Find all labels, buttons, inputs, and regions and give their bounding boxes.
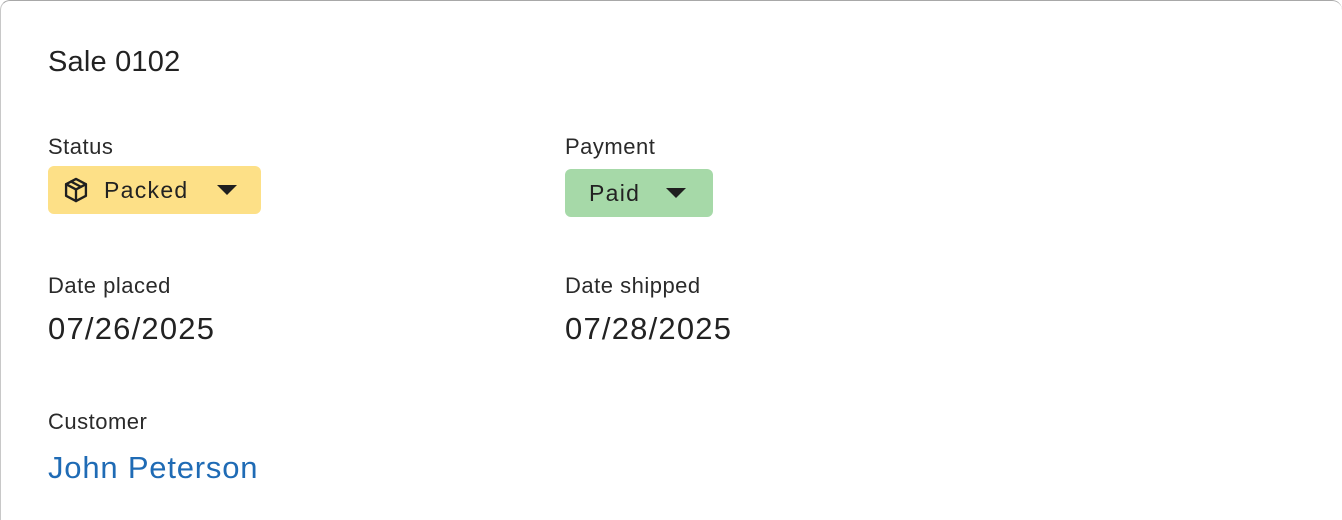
date-shipped-label: Date shipped: [565, 273, 701, 298]
date-placed-value: 07/26/2025: [48, 311, 216, 346]
status-dropdown[interactable]: Packed: [48, 166, 261, 214]
page-title: Sale 0102: [48, 46, 181, 78]
customer-link[interactable]: John Peterson: [48, 450, 258, 486]
dropdown-arrow-icon: [666, 188, 687, 198]
payment-dropdown[interactable]: Paid: [565, 169, 713, 217]
payment-label: Payment: [565, 134, 656, 159]
sale-detail-card: Sale 0102 Status Packed Payment Paid Dat…: [0, 0, 1342, 520]
status-value: Packed: [104, 176, 189, 203]
dropdown-arrow-icon: [216, 185, 237, 195]
date-placed-label: Date placed: [48, 273, 171, 298]
customer-label: Customer: [48, 409, 148, 434]
package-icon: [64, 177, 88, 203]
status-label: Status: [48, 134, 114, 159]
date-shipped-value: 07/28/2025: [565, 311, 733, 346]
payment-value: Paid: [589, 179, 641, 206]
